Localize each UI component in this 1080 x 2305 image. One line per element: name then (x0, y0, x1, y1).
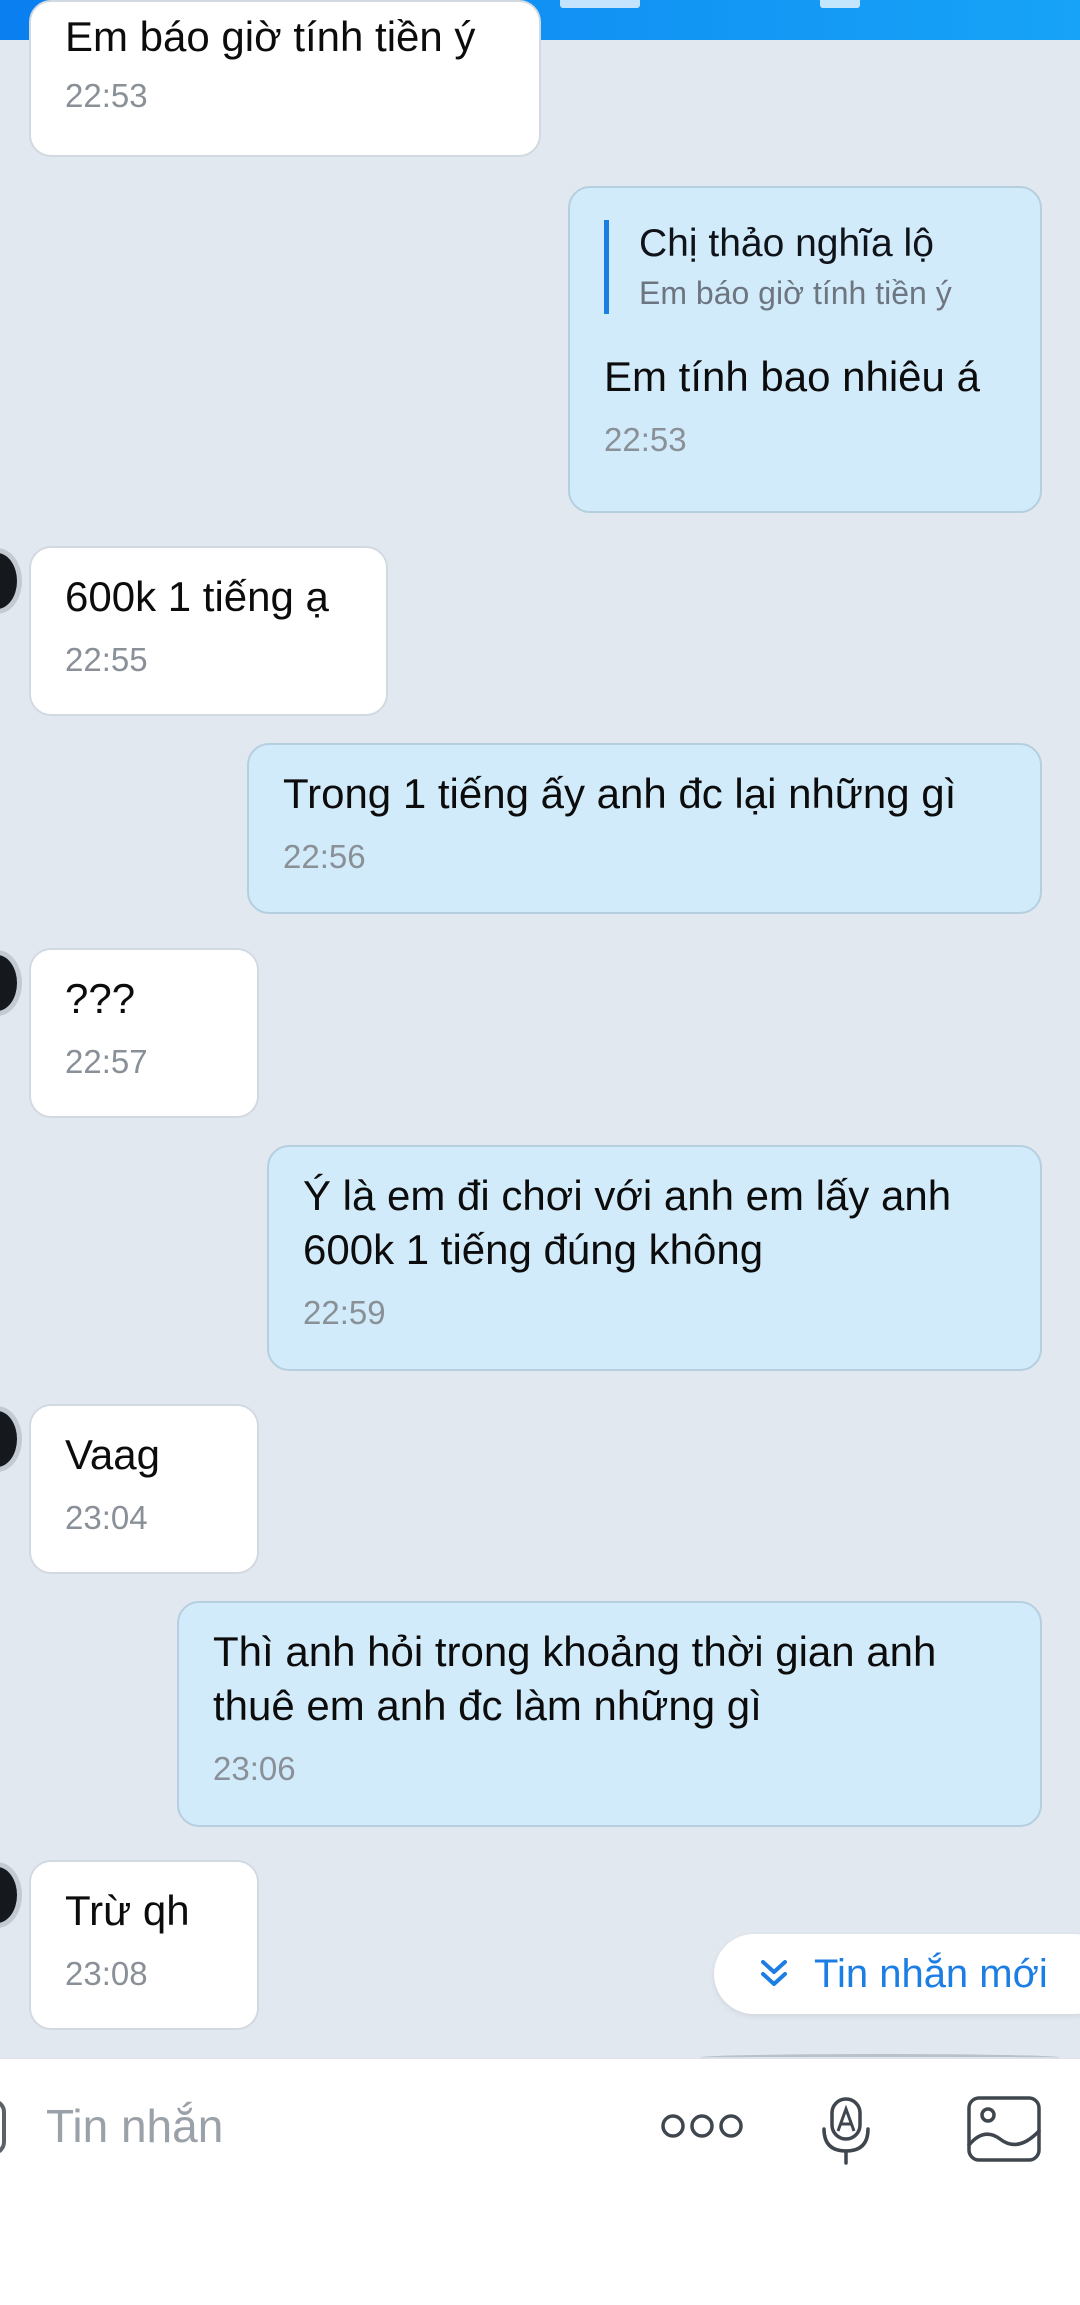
message-text: Trong 1 tiếng ấy anh đc lại những gì (283, 770, 957, 817)
message-text: Trừ qh (65, 1887, 190, 1934)
message-time: 22:59 (303, 1294, 386, 1331)
voice-to-text-icon[interactable] (818, 2095, 874, 2167)
message-text: Vaag (65, 1431, 160, 1478)
emoji-icon[interactable] (0, 2099, 6, 2155)
message-text: Em tính bao nhiêu á (604, 353, 980, 400)
incoming-message[interactable]: Trừ qh 23:08 (29, 1860, 259, 2030)
outgoing-message[interactable]: Trong 1 tiếng ấy anh đc lại những gì 22:… (247, 743, 1042, 914)
quoted-reply[interactable]: Chị thảo nghĩa lộ Em báo giờ tính tiền ý (604, 220, 1006, 314)
outgoing-message[interactable]: Chị thảo nghĩa lộ Em báo giờ tính tiền ý… (568, 186, 1042, 513)
message-text: Ý là em đi chơi với anh em lấy anh 600k … (303, 1172, 952, 1273)
incoming-message[interactable]: Em báo giờ tính tiền ý 22:53 (29, 0, 541, 157)
sender-avatar[interactable] (0, 548, 22, 614)
message-time: 22:55 (65, 641, 148, 678)
message-text: ??? (65, 975, 136, 1022)
image-gallery-icon[interactable] (966, 2095, 1042, 2163)
outgoing-message[interactable]: Ý là em đi chơi với anh em lấy anh 600k … (267, 1145, 1042, 1371)
message-text: Thì anh hỏi trong khoảng thời gian anh t… (213, 1628, 937, 1729)
message-composer (0, 2058, 1080, 2305)
incoming-message[interactable]: Vaag 23:04 (29, 1404, 259, 1574)
message-time: 22:53 (604, 421, 687, 458)
quoted-message-text: Em báo giờ tính tiền ý (639, 275, 952, 311)
message-text: Em báo giờ tính tiền ý (65, 13, 476, 60)
outgoing-message[interactable]: Thì anh hỏi trong khoảng thời gian anh t… (177, 1601, 1042, 1827)
incoming-message[interactable]: ??? 22:57 (29, 948, 259, 1118)
sender-avatar[interactable] (0, 950, 22, 1016)
sender-avatar[interactable] (0, 1862, 22, 1928)
message-time: 22:56 (283, 838, 366, 875)
incoming-message[interactable]: 600k 1 tiếng ạ 22:55 (29, 546, 388, 716)
message-time: 23:04 (65, 1499, 148, 1536)
message-time: 23:06 (213, 1750, 296, 1787)
message-time: 22:57 (65, 1043, 148, 1080)
message-text: 600k 1 tiếng ạ (65, 573, 329, 620)
more-options-icon[interactable] (660, 2111, 744, 2141)
new-messages-label: Tin nhắn mới (814, 1951, 1048, 1996)
message-input[interactable] (44, 2097, 608, 2155)
quoted-sender-name: Chị thảo nghĩa lộ (639, 222, 934, 265)
message-time: 22:53 (65, 77, 148, 114)
message-time: 23:08 (65, 1955, 148, 1992)
double-chevron-down-icon (761, 1960, 787, 1986)
sender-avatar[interactable] (0, 1406, 22, 1472)
new-messages-button[interactable]: Tin nhắn mới (714, 1934, 1080, 2014)
